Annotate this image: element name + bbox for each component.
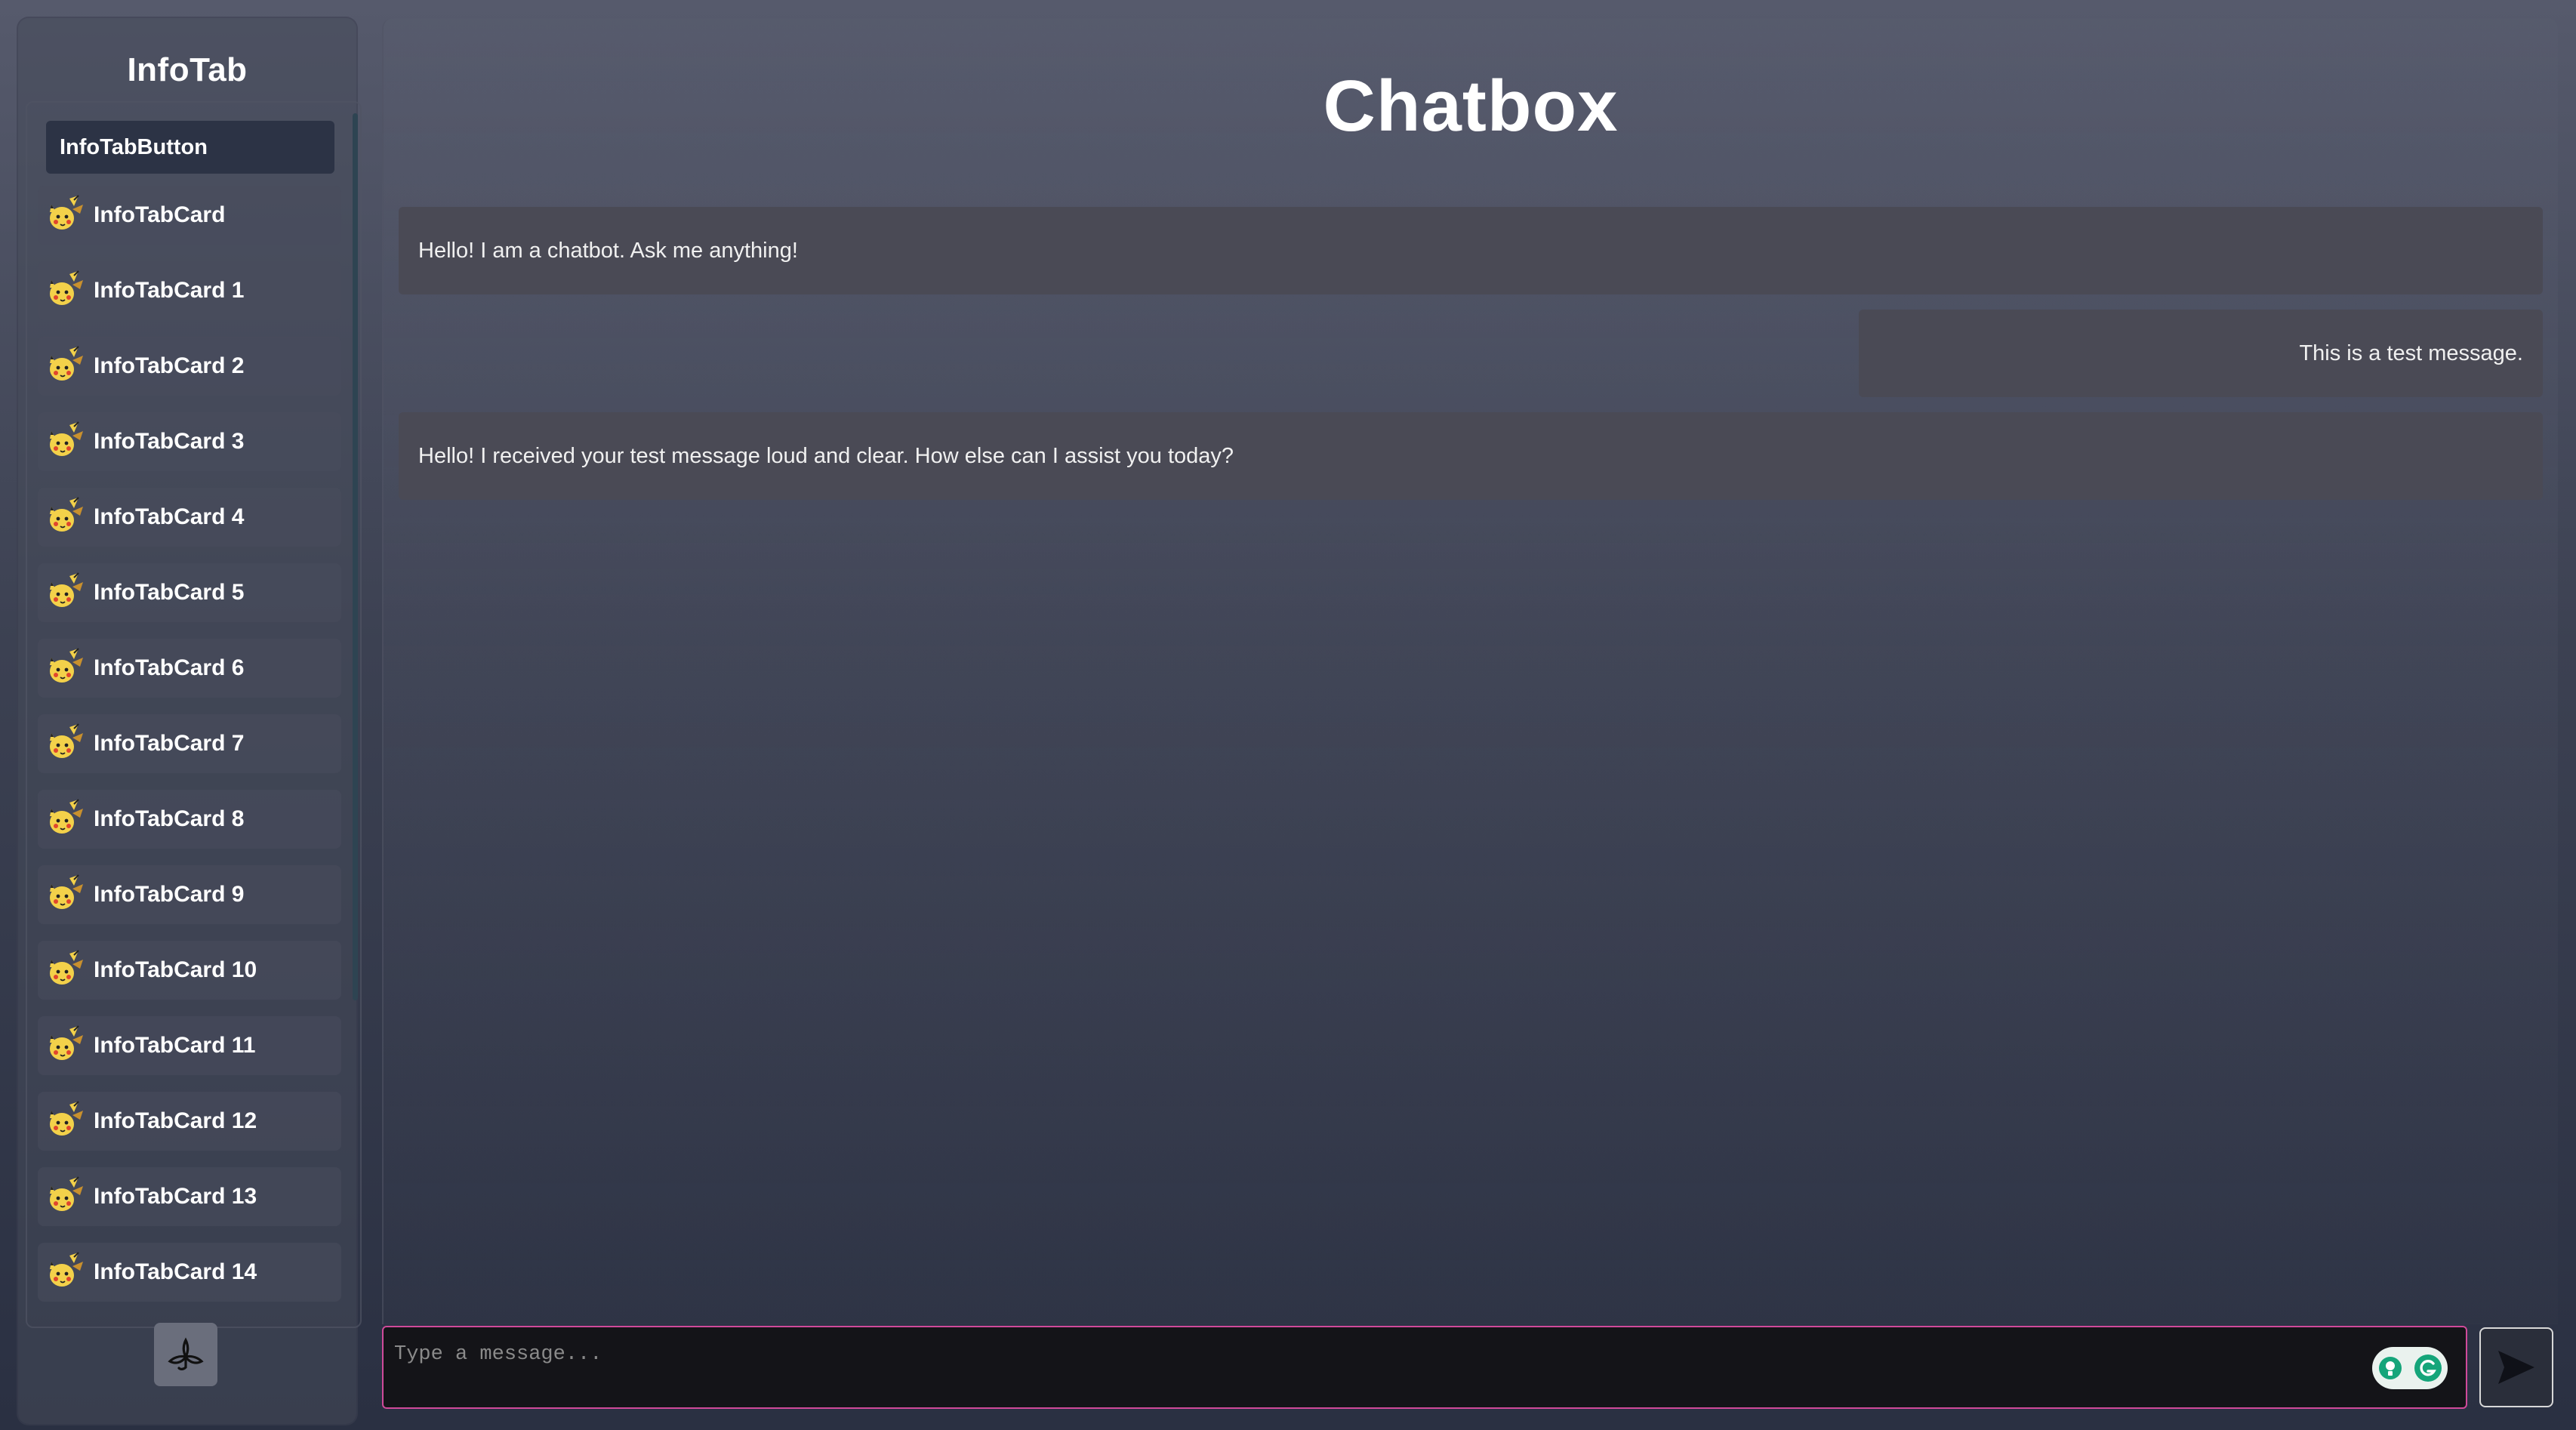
pikachu-icon: [44, 647, 86, 689]
infotab-card[interactable]: InfoTabCard 14: [38, 1243, 341, 1302]
infotab-card[interactable]: InfoTabCard 2: [38, 337, 341, 396]
infotab-card-label: InfoTabCard 13: [94, 1184, 257, 1209]
chat-area: Chatbox Hello! I am a chatbot. Ask me an…: [382, 18, 2558, 1324]
settings-button[interactable]: [154, 1323, 217, 1386]
infotab-card[interactable]: InfoTabCard 12: [38, 1092, 341, 1151]
infotab-card[interactable]: InfoTabCard 13: [38, 1167, 341, 1226]
message-input[interactable]: [394, 1339, 2357, 1370]
pikachu-icon: [44, 1251, 86, 1293]
infotab-card[interactable]: InfoTabCard 7: [38, 714, 341, 773]
card-list: InfoTabCard InfoTabCard 1 InfoTabCard 2: [38, 186, 341, 1318]
infotab-card[interactable]: InfoTabCard 9: [38, 865, 341, 924]
pikachu-icon: [44, 421, 86, 463]
infotab-card-label: InfoTabCard 6: [94, 655, 245, 680]
bot-message: Hello! I received your test message loud…: [399, 412, 2543, 500]
pikachu-icon: [44, 496, 86, 538]
infotab-card-label: InfoTabCard 8: [94, 806, 245, 831]
infotab-card-label: InfoTabCard 14: [94, 1259, 257, 1284]
infotab-card-label: InfoTabCard 12: [94, 1108, 257, 1133]
infotab-card-label: InfoTabCard 11: [94, 1033, 256, 1058]
infotab-card-label: InfoTabCard 3: [94, 429, 245, 454]
user-message: This is a test message.: [1859, 310, 2543, 397]
pikachu-icon: [44, 1025, 86, 1067]
pikachu-icon: [44, 874, 86, 916]
message-input-box: [382, 1326, 2467, 1409]
bot-message: Hello! I am a chatbot. Ask me anything!: [399, 207, 2543, 294]
infotab-card[interactable]: InfoTabCard 4: [38, 488, 341, 547]
infotab-card-label: InfoTabCard 2: [94, 353, 245, 378]
send-button[interactable]: [2479, 1327, 2553, 1407]
pikachu-icon: [44, 270, 86, 312]
infotab-card[interactable]: InfoTabCard 11: [38, 1016, 341, 1075]
assistant-icon: [2378, 1357, 2402, 1379]
pikachu-icon: [44, 949, 86, 991]
chat-title: Chatbox: [1323, 66, 1619, 146]
infotab-card[interactable]: InfoTabCard 6: [38, 639, 341, 698]
pikachu-icon: [44, 572, 86, 614]
grammarly-widget[interactable]: [2372, 1347, 2448, 1389]
sidebar-scrollbar[interactable]: [353, 113, 358, 1000]
infotab-card-label: InfoTabCard 1: [94, 278, 245, 303]
infotab-button[interactable]: InfoTabButton: [46, 121, 334, 174]
leaf-icon: [168, 1337, 204, 1370]
infotab-card[interactable]: InfoTabCard 8: [38, 790, 341, 849]
pikachu-icon: [44, 1176, 86, 1218]
infotab-card[interactable]: InfoTabCard: [38, 186, 341, 245]
infotab-card-label: InfoTabCard 7: [94, 731, 245, 756]
pikachu-icon: [44, 194, 86, 236]
infotab-card-label: InfoTabCard 5: [94, 580, 245, 605]
grammarly-icon: [2414, 1354, 2442, 1382]
infotab-card[interactable]: InfoTabCard 1: [38, 261, 341, 320]
pikachu-icon: [44, 345, 86, 387]
sidebar-title: InfoTab: [127, 51, 248, 88]
pikachu-icon: [44, 1100, 86, 1142]
infotab-card-label: InfoTabCard 10: [94, 957, 257, 982]
sidebar: InfoTab InfoTabButton InfoTabCard InfoTa…: [18, 18, 362, 1424]
infotab-card[interactable]: InfoTabCard 10: [38, 941, 341, 1000]
sidebar-panel: InfoTabButton InfoTabCard InfoTabCard 1: [26, 101, 362, 1328]
infotab-card-label: InfoTabCard 9: [94, 882, 245, 907]
infotab-card-label: InfoTabCard 4: [94, 504, 245, 529]
send-arrow-icon: [2498, 1351, 2534, 1384]
infotab-card[interactable]: InfoTabCard 3: [38, 412, 341, 471]
infotab-card-label: InfoTabCard: [94, 202, 226, 227]
pikachu-icon: [44, 798, 86, 840]
pikachu-icon: [44, 723, 86, 765]
infotab-card[interactable]: InfoTabCard 5: [38, 563, 341, 622]
